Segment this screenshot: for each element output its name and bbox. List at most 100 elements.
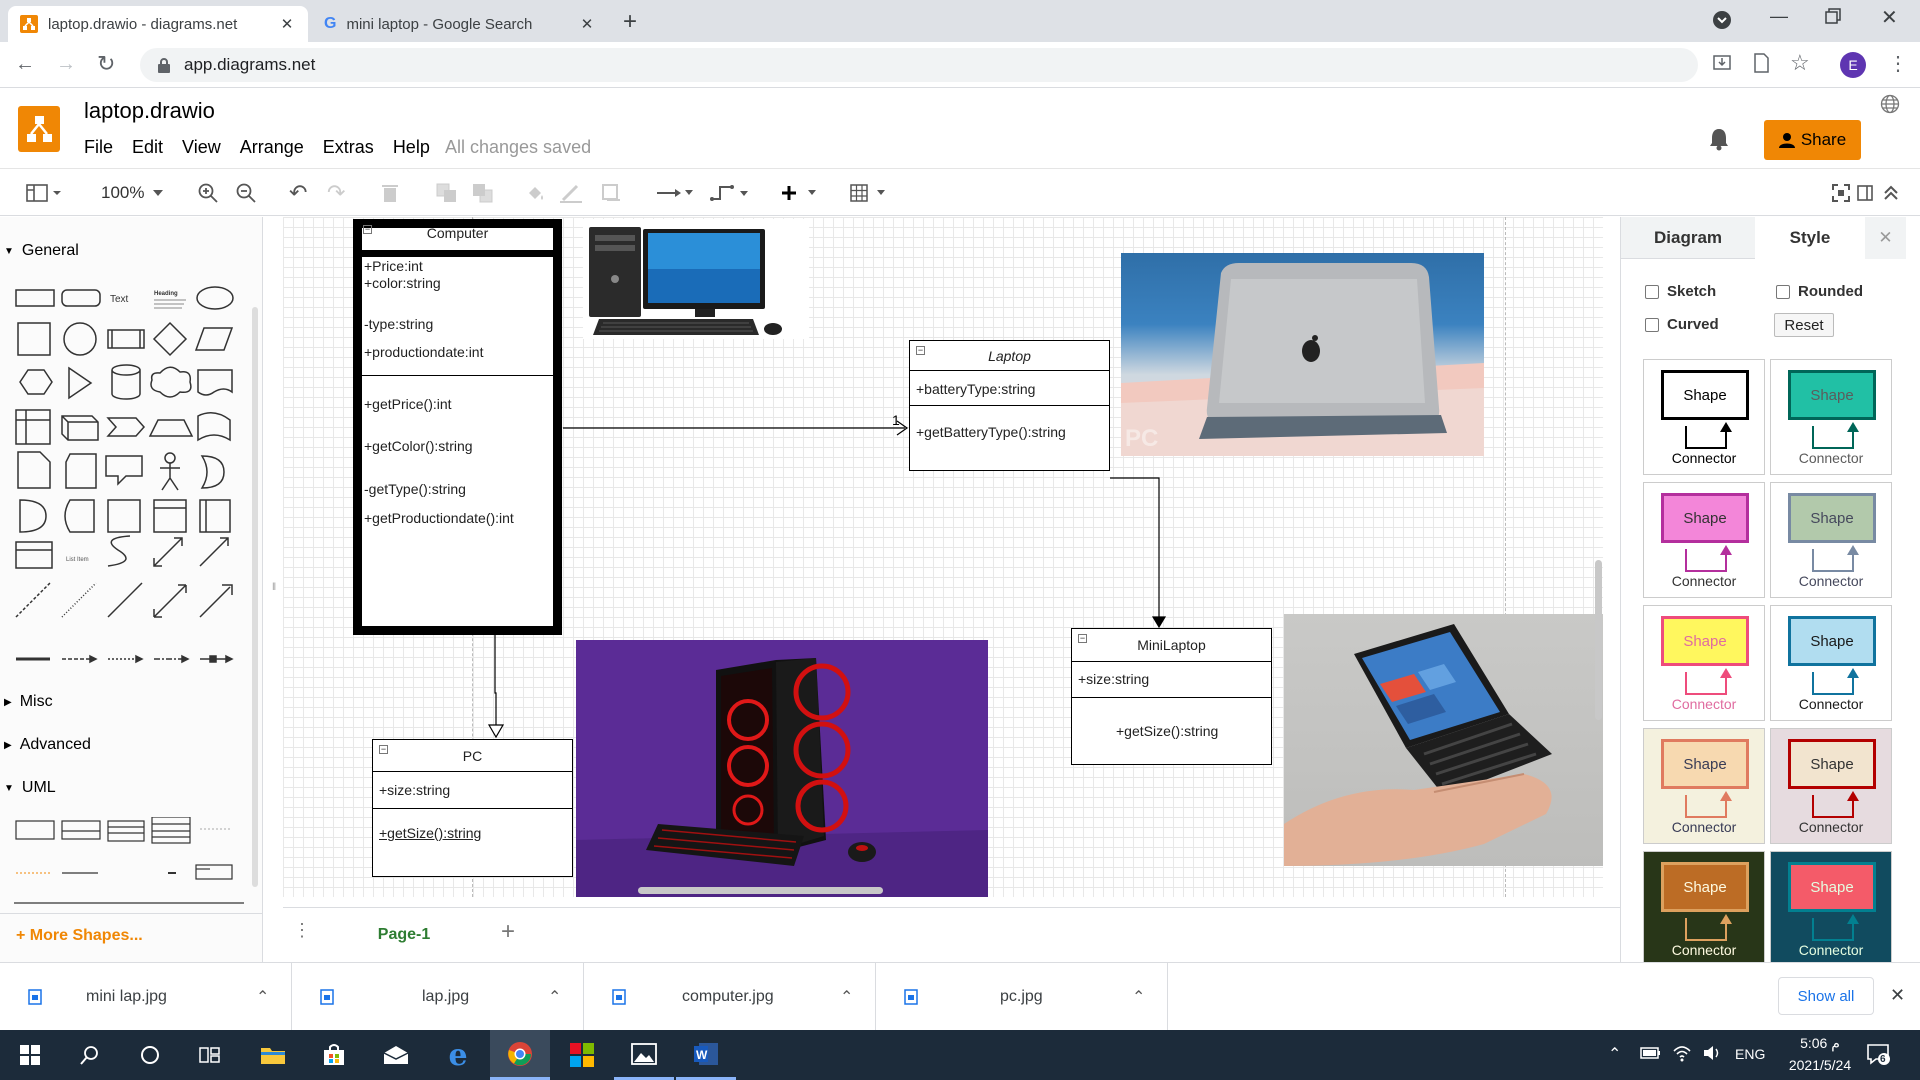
show-all-button[interactable]: Show all xyxy=(1778,977,1874,1015)
section-uml[interactable]: ▼ UML xyxy=(0,779,56,797)
chrome-taskbar-icon[interactable] xyxy=(490,1030,550,1080)
chevron-up-icon[interactable]: ⌃ xyxy=(256,987,269,1007)
waypoints-icon[interactable] xyxy=(710,182,752,204)
undo-icon[interactable]: ↶ xyxy=(289,180,307,205)
to-back-icon[interactable] xyxy=(472,182,494,204)
collapse-icon[interactable]: − xyxy=(1078,634,1087,643)
style-preset-card[interactable]: Shape Connector xyxy=(1643,605,1765,721)
file-explorer-icon[interactable] xyxy=(243,1030,303,1080)
general-shapes-grid[interactable]: Text Heading List Item xyxy=(14,280,244,580)
style-preset-card[interactable]: Shape Connector xyxy=(1643,851,1765,967)
fill-color-icon[interactable] xyxy=(525,182,547,204)
show-hidden-icons[interactable]: ⌃ xyxy=(1608,1044,1621,1064)
share-button[interactable]: Share xyxy=(1764,120,1861,160)
tab-style[interactable]: Style xyxy=(1755,217,1865,259)
chrome-menu-icon[interactable]: ⋮ xyxy=(1888,51,1908,76)
collapse-icon[interactable]: − xyxy=(916,346,925,355)
store-icon[interactable] xyxy=(304,1030,364,1080)
chevron-up-icon[interactable]: ⌃ xyxy=(1132,987,1145,1007)
style-preset-card[interactable]: Shape Connector xyxy=(1643,482,1765,598)
collapse-header-icon[interactable] xyxy=(1883,182,1899,204)
new-tab-icon[interactable]: + xyxy=(623,8,637,36)
page-tab-page-1[interactable]: Page-1 xyxy=(319,908,489,962)
tab-search-icon[interactable] xyxy=(1712,10,1732,30)
forward-icon[interactable]: → xyxy=(56,53,76,76)
horizontal-scrollbar[interactable] xyxy=(638,887,883,894)
language-indicator[interactable]: ENG xyxy=(1735,1046,1765,1062)
task-view-icon[interactable] xyxy=(180,1030,240,1080)
curved-checkbox[interactable]: Curved xyxy=(1645,316,1719,333)
style-preset-card[interactable]: Shape Connector xyxy=(1643,728,1765,844)
style-preset-card[interactable]: Shape Connector xyxy=(1770,359,1892,475)
download-item[interactable]: computer.jpg ⌃ xyxy=(584,963,876,1031)
vertical-scrollbar[interactable] xyxy=(1595,560,1602,720)
connection-style-icon[interactable] xyxy=(655,182,695,204)
profile-avatar[interactable]: E xyxy=(1840,52,1866,78)
zoom-out-icon[interactable] xyxy=(236,182,256,204)
chevron-up-icon[interactable]: ⌃ xyxy=(548,987,561,1007)
install-app-icon[interactable] xyxy=(1712,53,1732,73)
style-preset-card[interactable]: Shape Connector xyxy=(1770,605,1892,721)
close-panel-icon[interactable]: ✕ xyxy=(1865,217,1906,259)
insert-icon[interactable] xyxy=(781,182,821,204)
format-panel-toggle-icon[interactable] xyxy=(26,182,62,204)
collapse-icon[interactable]: − xyxy=(379,745,388,754)
close-window-icon[interactable]: ✕ xyxy=(1881,5,1898,30)
desktop-computer-photo[interactable] xyxy=(583,219,809,339)
uml-class-minilaptop[interactable]: − MiniLaptop +size:string +getSize():str… xyxy=(1071,628,1272,765)
volume-icon[interactable] xyxy=(1702,1044,1722,1062)
table-icon[interactable] xyxy=(850,182,890,204)
battery-icon[interactable] xyxy=(1640,1046,1662,1060)
delete-icon[interactable] xyxy=(382,182,398,204)
add-page-icon[interactable]: + xyxy=(501,918,515,946)
menu-arrange[interactable]: Arrange xyxy=(240,137,304,158)
reset-button[interactable]: Reset xyxy=(1774,313,1834,337)
menu-view[interactable]: View xyxy=(182,137,221,158)
fullscreen-icon[interactable] xyxy=(1832,182,1850,204)
uml-shapes-grid[interactable] xyxy=(14,817,244,917)
sidebar-scrollbar[interactable] xyxy=(252,307,258,887)
pages-menu-icon[interactable]: ⋮ xyxy=(293,920,311,941)
photos-icon[interactable] xyxy=(614,1030,674,1080)
menu-file[interactable]: File xyxy=(84,137,113,158)
download-item[interactable]: pc.jpg ⌃ xyxy=(876,963,1168,1031)
shadow-icon[interactable] xyxy=(602,182,622,204)
uml-class-laptop[interactable]: − Laptop +batteryType:string +getBattery… xyxy=(909,340,1110,471)
uml-class-pc[interactable]: − PC +size:string +getSize():string xyxy=(372,739,573,877)
clock-date[interactable]: 2021/5/24 xyxy=(1770,1057,1870,1073)
zoom-in-icon[interactable] xyxy=(198,182,218,204)
wifi-icon[interactable] xyxy=(1672,1044,1692,1062)
collapse-icon[interactable]: − xyxy=(363,225,372,234)
gaming-pc-photo[interactable] xyxy=(576,640,988,897)
section-general[interactable]: ▼ General xyxy=(0,242,79,260)
to-front-icon[interactable] xyxy=(436,182,458,204)
tab-diagram[interactable]: Diagram xyxy=(1621,217,1755,259)
clock-time[interactable]: م 5:06 xyxy=(1770,1035,1870,1052)
zoom-level[interactable]: 100% xyxy=(101,182,166,204)
windows-start-icon[interactable] xyxy=(0,1030,60,1080)
rounded-checkbox[interactable]: Rounded xyxy=(1776,283,1863,300)
word-icon[interactable]: W xyxy=(676,1030,736,1080)
download-item[interactable]: lap.jpg ⌃ xyxy=(292,963,584,1031)
back-icon[interactable]: ← xyxy=(15,53,35,76)
split-view-icon[interactable] xyxy=(1857,182,1873,204)
menu-extras[interactable]: Extras xyxy=(323,137,374,158)
style-preset-card[interactable]: Shape Connector xyxy=(1770,728,1892,844)
mail-icon[interactable] xyxy=(366,1030,426,1080)
document-title[interactable]: laptop.drawio xyxy=(84,98,215,124)
cortana-icon[interactable] xyxy=(120,1030,180,1080)
download-item[interactable]: mini lap.jpg ⌃ xyxy=(0,963,292,1031)
more-shapes-button[interactable]: + More Shapes... xyxy=(16,927,143,945)
app-grid-icon[interactable] xyxy=(552,1030,612,1080)
sketch-checkbox[interactable]: Sketch xyxy=(1645,283,1716,300)
close-downloads-icon[interactable]: ✕ xyxy=(1890,985,1905,1006)
bell-icon[interactable] xyxy=(1708,127,1730,151)
taskbar-search-icon[interactable] xyxy=(60,1030,120,1080)
style-preset-card[interactable]: Shape Connector xyxy=(1643,359,1765,475)
sidebar-resize-handle[interactable]: ‖ xyxy=(272,582,276,593)
line-color-icon[interactable] xyxy=(560,182,582,204)
tab-drawio[interactable]: laptop.drawio - diagrams.net ✕ xyxy=(8,6,308,42)
mini-laptop-photo[interactable] xyxy=(1284,614,1603,866)
line-shapes-grid[interactable] xyxy=(14,579,244,699)
menu-edit[interactable]: Edit xyxy=(132,137,163,158)
